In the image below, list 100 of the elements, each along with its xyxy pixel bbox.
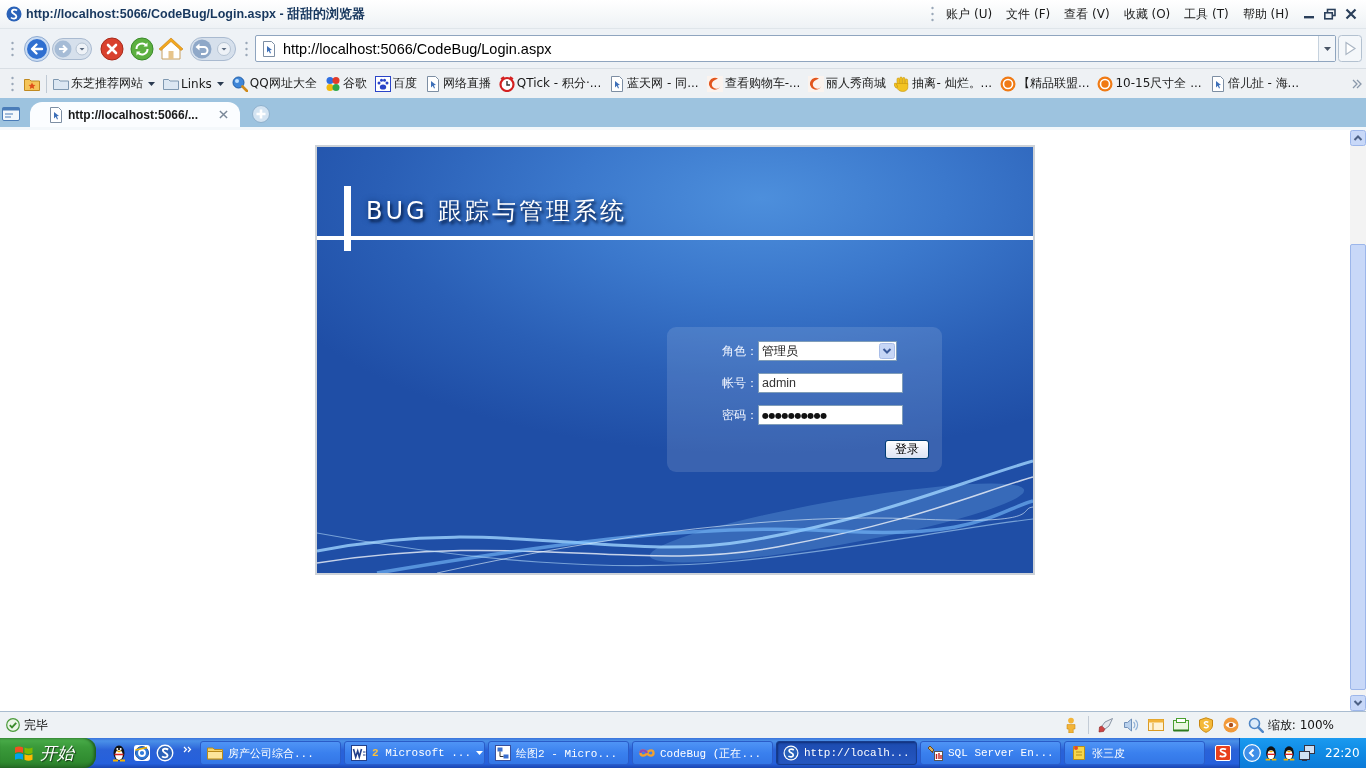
alarm-clock-icon [498, 75, 515, 92]
home-button[interactable] [158, 35, 184, 62]
penguin-icon[interactable] [1263, 745, 1279, 761]
chevron-icon[interactable] [1352, 78, 1362, 89]
password-field[interactable]: ●●●●●●●●●● [758, 405, 903, 425]
field-label: 角色： [721, 343, 758, 360]
magnifier-icon[interactable] [1247, 717, 1264, 733]
network-icon[interactable] [1299, 745, 1315, 761]
browser-logo-icon [6, 6, 22, 22]
grip-icon [245, 40, 248, 57]
shield-icon[interactable] [1197, 717, 1214, 733]
dropdown-field[interactable]: 管理员 [758, 341, 897, 361]
scroll-up-button[interactable] [1350, 130, 1366, 146]
refresh-button[interactable] [130, 36, 154, 61]
close-icon[interactable] [219, 110, 228, 119]
bookmark-link[interactable]: 倍儿扯 - 海... [1209, 72, 1299, 95]
bookmark-link[interactable]: 东芝推荐网站 [53, 72, 155, 95]
login-button[interactable]: 登录 [885, 440, 929, 459]
logo-tile-icon[interactable] [1215, 745, 1231, 761]
browser-tab[interactable]: http://localhost:5066/... [30, 102, 240, 127]
note-icon [1071, 745, 1087, 761]
window-title: http://localhost:5066/CodeBug/Login.aspx - 甜甜的浏览器 [26, 5, 366, 23]
menu-item[interactable]: 账户 (U) [946, 5, 993, 23]
caret-icon [1323, 46, 1331, 51]
caret-icon [476, 751, 484, 755]
penguin-icon[interactable] [1281, 745, 1297, 761]
taskbar-button[interactable]: http://localh... [776, 741, 917, 765]
round-badge-icon [1097, 75, 1114, 92]
bookmark-link[interactable]: 谷歌 [324, 72, 367, 95]
taskbar-button[interactable]: SQL Server En... [920, 741, 1061, 765]
bookmark-link[interactable]: QTick - 积分·... [498, 72, 602, 95]
menu-item[interactable]: 查看 (V) [1064, 5, 1110, 23]
speaker-icon[interactable] [1122, 717, 1139, 733]
accent-bar [344, 186, 351, 251]
system-title: BUG 跟踪与管理系统 [366, 196, 628, 227]
crescent-icon [706, 75, 723, 92]
menu-item[interactable]: 帮助 (H) [1242, 5, 1289, 23]
paw-icon [374, 75, 391, 92]
check-icon [6, 718, 20, 732]
brush-icon[interactable] [1097, 717, 1114, 733]
bookmark-link[interactable]: 【精品联盟... [1000, 72, 1090, 95]
taskbar-button[interactable]: CodeBug (正在... [632, 741, 773, 765]
taskbar-button[interactable]: 房产公司综合... [200, 741, 341, 765]
tab-list-icon[interactable] [2, 107, 20, 121]
menu-item[interactable]: 收藏 (O) [1123, 5, 1171, 23]
menu-item[interactable]: 工具 (T) [1184, 5, 1229, 23]
grip-icon [931, 6, 935, 22]
crescent-icon [808, 75, 825, 92]
tools-icon [927, 745, 943, 761]
folder-icon [207, 745, 223, 761]
bookmark-link[interactable]: 抽离- 灿烂。... [894, 72, 992, 95]
field-label: 密码： [721, 407, 758, 424]
window-icon[interactable] [1172, 717, 1189, 733]
bookmark-link[interactable]: 百度 [374, 72, 417, 95]
page-icon [261, 40, 277, 57]
diagram-icon [495, 745, 511, 761]
ring-icon[interactable] [133, 744, 151, 762]
grip-icon [11, 75, 14, 92]
restore-button[interactable] [1324, 8, 1336, 20]
caret-icon [216, 81, 224, 86]
bookmark-link[interactable]: 网络直播 [424, 72, 491, 95]
close-button[interactable] [1345, 8, 1357, 20]
taskbar-button[interactable]: 张三皮 [1064, 741, 1205, 765]
address-field[interactable]: http://localhost:5066/CodeBug/Login.aspx [255, 35, 1336, 62]
page-icon [424, 75, 441, 92]
colored-dots-icon [324, 75, 341, 92]
field-label: 帐号： [721, 375, 758, 392]
text-field[interactable]: admin [758, 373, 903, 393]
page-icon [48, 106, 64, 123]
magnifier-icon [231, 75, 248, 92]
address-dropdown-button[interactable] [1318, 36, 1335, 61]
bookmark-link[interactable]: 丽人秀商城 [808, 72, 887, 95]
caret-icon [148, 81, 155, 86]
page-icon [1209, 75, 1226, 92]
bookmark-link[interactable]: Links [163, 72, 224, 95]
eye-icon[interactable] [1222, 717, 1239, 733]
clock: 22:20 [1325, 746, 1360, 760]
windows-flag-icon [14, 744, 34, 762]
browser-logo-icon [783, 745, 799, 761]
bookmark-link[interactable]: 查看购物车-... [706, 72, 801, 95]
status-text: 完毕 [24, 716, 48, 734]
round-badge-icon [1000, 75, 1016, 92]
page-icon [609, 75, 626, 92]
taskbar-button[interactable]: 2 Microsoft ... [344, 741, 485, 765]
taskbar-button[interactable]: 绘图2 - Micro... [488, 741, 629, 765]
bookmark-link[interactable]: 10-15尺寸全 ... [1097, 72, 1202, 95]
scrollbar-thumb[interactable] [1350, 244, 1366, 690]
stop-button[interactable] [100, 36, 124, 61]
back-button[interactable] [24, 35, 50, 62]
menu-item[interactable]: 文件 (F) [1006, 5, 1051, 23]
penguin-icon[interactable] [110, 744, 128, 762]
undo-button[interactable] [190, 36, 236, 61]
browser-logo-icon[interactable] [156, 744, 174, 762]
hand-icon [894, 75, 911, 92]
bookmark-link[interactable]: 蓝天网 - 同... [609, 72, 699, 95]
document-icon [351, 745, 367, 761]
zoom-level[interactable]: 缩放: 100% [1267, 716, 1334, 734]
bookmark-link[interactable]: QQ网址大全 [231, 72, 317, 95]
start-button[interactable]: 开始 [0, 738, 96, 768]
scroll-down-button[interactable] [1350, 695, 1366, 711]
